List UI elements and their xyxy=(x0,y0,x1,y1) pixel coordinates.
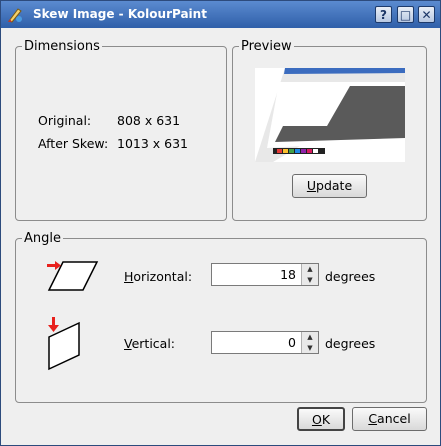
kolourpaint-app-icon xyxy=(8,8,22,23)
update-mnemonic: U xyxy=(306,178,317,193)
cancel-button[interactable]: Cancel xyxy=(352,407,427,431)
horizontal-mnemonic: H xyxy=(124,269,134,284)
horizontal-label: Horizontal: xyxy=(124,269,192,284)
horizontal-label-rest: orizontal: xyxy=(133,269,193,284)
maximize-icon[interactable]: □ xyxy=(397,6,414,23)
vertical-label: Vertical: xyxy=(124,336,175,351)
original-label: Original: xyxy=(38,113,92,128)
ok-label-rest: K xyxy=(321,412,331,427)
window-title: Skew Image - KolourPaint xyxy=(33,7,207,21)
dimensions-group: Dimensions xyxy=(15,39,227,221)
spin-down-icon[interactable]: ▼ xyxy=(302,343,318,353)
cancel-label-rest: ancel xyxy=(377,411,411,426)
skewed-preview-thumbnail xyxy=(255,68,405,162)
ok-mnemonic: O xyxy=(311,412,322,427)
cancel-mnemonic: C xyxy=(368,411,378,426)
close-icon[interactable]: ✕ xyxy=(418,6,435,23)
vertical-spinbox[interactable]: 0 ▲ ▼ xyxy=(211,331,319,354)
horizontal-spinbox[interactable]: 18 ▲ ▼ xyxy=(211,263,319,286)
horizontal-value[interactable]: 18 xyxy=(280,267,296,282)
ok-button[interactable]: OK xyxy=(297,407,345,431)
after-skew-value: 1013 x 631 xyxy=(117,136,189,151)
horizontal-skew-icon xyxy=(47,261,99,291)
update-label-rest: pdate xyxy=(316,178,353,193)
spin-up-icon[interactable]: ▲ xyxy=(302,264,318,274)
angle-legend: Angle xyxy=(24,231,61,246)
vertical-spin-arrows: ▲ ▼ xyxy=(301,332,318,353)
horizontal-unit: degrees xyxy=(325,269,376,284)
spin-down-icon[interactable]: ▼ xyxy=(302,275,318,285)
original-value: 808 x 631 xyxy=(117,113,181,128)
vertical-unit: degrees xyxy=(325,336,376,351)
vertical-label-rest: ertical: xyxy=(131,336,176,351)
skew-image-dialog: Skew Image - KolourPaint ? □ ✕ Dimension… xyxy=(0,0,441,446)
help-icon[interactable]: ? xyxy=(375,6,392,23)
update-button[interactable]: Update xyxy=(292,174,367,198)
vertical-mnemonic: V xyxy=(124,336,132,351)
after-skew-label: After Skew: xyxy=(38,136,109,151)
spin-up-icon[interactable]: ▲ xyxy=(302,332,318,342)
preview-image xyxy=(255,68,405,162)
horizontal-spin-arrows: ▲ ▼ xyxy=(301,264,318,285)
dimensions-legend: Dimensions xyxy=(24,39,100,54)
title-bar[interactable]: Skew Image - KolourPaint ? □ ✕ xyxy=(1,1,440,28)
vertical-skew-icon xyxy=(48,317,80,371)
preview-legend: Preview xyxy=(241,39,292,54)
vertical-value[interactable]: 0 xyxy=(288,335,296,350)
